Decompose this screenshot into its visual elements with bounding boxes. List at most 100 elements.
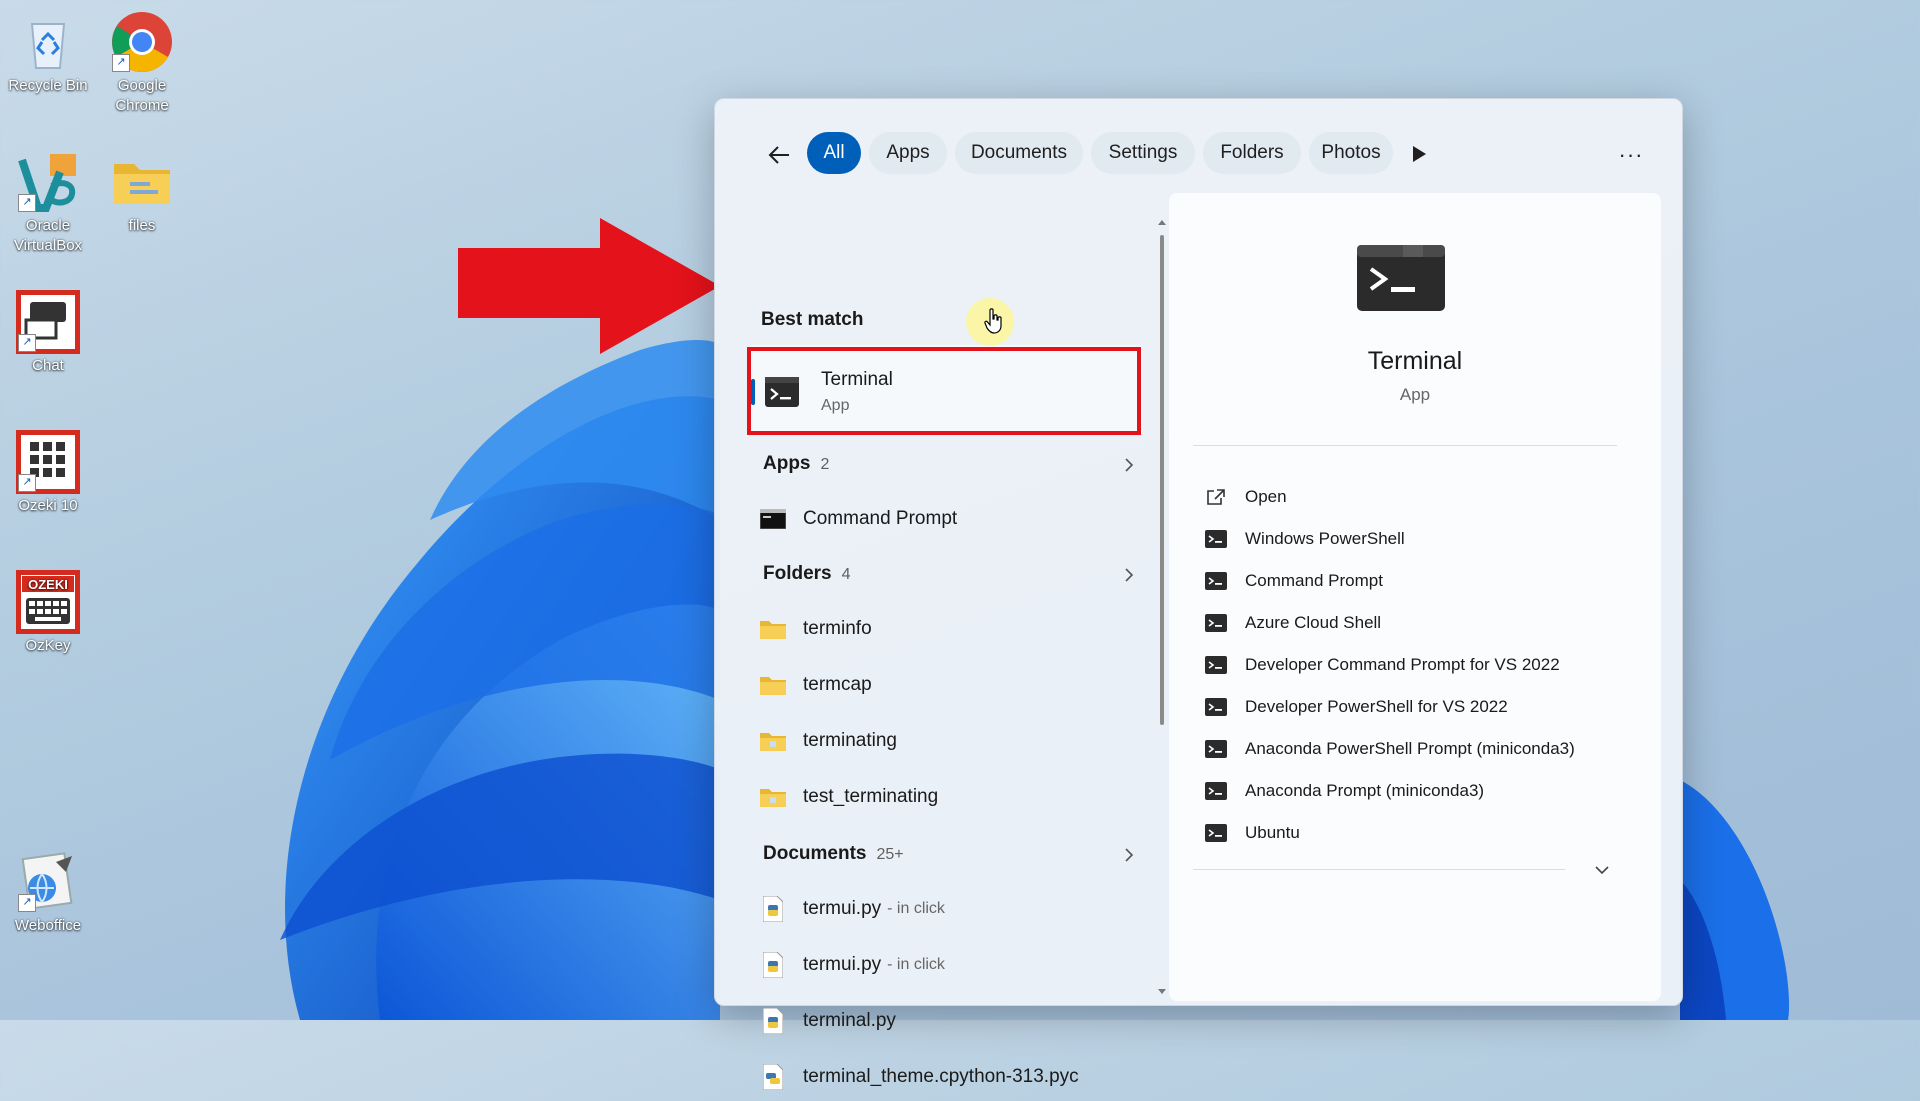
terminal-small-icon [1205,782,1227,800]
list-item-document[interactable]: terminal_theme.cpython-313.pyc [745,1053,1145,1101]
python-file-icon [759,951,787,979]
desktop-icon-chat[interactable]: ↗ Chat [0,284,96,376]
desktop-icon-weboffice[interactable]: ↗ Weboffice [0,844,96,936]
desktop-icon-label: Oracle VirtualBox [13,217,83,254]
python-file-icon [759,1007,787,1035]
action-label: Command Prompt [1245,571,1383,590]
action-label: Ubuntu [1245,823,1300,842]
more-filters-button[interactable] [1402,137,1436,171]
folder-icon [759,783,787,811]
preview-pane: Terminal App Open Windows PowerShell Com… [1169,193,1661,1001]
divider [1193,869,1565,870]
python-file-icon [759,895,787,923]
chevron-right-icon[interactable] [1121,567,1137,583]
action-anaconda-powershell-prompt[interactable]: Anaconda PowerShell Prompt (miniconda3) [1205,731,1575,767]
list-item-label: terminal.py [803,1010,896,1031]
annotation-highlight-box [747,347,1141,435]
desktop-icon-label: Weboffice [14,917,82,934]
shortcut-arrow-icon: ↗ [112,54,130,72]
list-item-document[interactable]: termui.py - in click [745,941,1145,989]
chevron-right-icon[interactable] [1121,847,1137,863]
action-open[interactable]: Open [1205,479,1287,515]
annotation-arrow-icon [458,218,720,354]
action-label: Open [1245,487,1287,506]
desktop-icon-label: Chat [32,357,64,374]
desktop-icon-files[interactable]: files [94,144,190,236]
list-item-folder[interactable]: terminating [745,717,1145,765]
terminal-small-icon [1205,530,1227,548]
list-item-command-prompt[interactable]: Command Prompt [745,495,1145,543]
action-label: Anaconda PowerShell Prompt (miniconda3) [1245,739,1575,758]
filter-all[interactable]: All [807,132,861,174]
chevron-right-icon[interactable] [1121,457,1137,473]
open-external-icon [1207,489,1225,505]
filter-apps[interactable]: Apps [869,132,947,174]
terminal-small-icon [1205,698,1227,716]
preview-title: Terminal [1367,347,1463,375]
action-developer-command-prompt[interactable]: Developer Command Prompt for VS 2022 [1205,647,1560,683]
results-scrollbar[interactable] [1157,217,1167,997]
list-item-location: - in click [887,956,945,973]
apps-section-heading[interactable]: Apps 2 [763,453,829,475]
desktop-icon-label: OzKey [25,637,71,654]
back-arrow-icon [768,146,789,164]
filter-documents[interactable]: Documents [955,132,1083,174]
recycle-bin-icon [16,10,80,74]
documents-section-heading[interactable]: Documents 25+ [763,843,904,865]
list-item-folder[interactable]: terminfo [745,605,1145,653]
play-icon [1413,146,1426,162]
folders-section-heading[interactable]: Folders 4 [763,563,851,585]
list-item-label: terminating [803,730,897,751]
list-item-folder[interactable]: test_terminating [745,773,1145,821]
divider [1193,445,1617,446]
desktop-icon-ozeki[interactable]: ↗ Ozeki 10 [0,424,96,516]
folder-icon [110,150,174,214]
shortcut-arrow-icon: ↗ [18,474,36,492]
scroll-down-icon[interactable] [1157,987,1167,997]
terminal-icon [1357,245,1445,311]
more-options-button[interactable]: ··· [1611,135,1651,175]
terminal-small-icon [1205,572,1227,590]
action-windows-powershell[interactable]: Windows PowerShell [1205,521,1405,557]
action-anaconda-prompt[interactable]: Anaconda Prompt (miniconda3) [1205,773,1484,809]
action-azure-cloud-shell[interactable]: Azure Cloud Shell [1205,605,1381,641]
desktop-icon-label: Ozeki 10 [18,497,78,514]
apps-count: 2 [820,456,830,473]
back-button[interactable] [759,135,799,175]
action-label: Azure Cloud Shell [1245,613,1382,632]
list-item-document[interactable]: terminal.py [745,997,1145,1045]
action-developer-powershell[interactable]: Developer PowerShell for VS 2022 [1205,689,1508,725]
folder-icon [759,615,787,643]
action-command-prompt[interactable]: Command Prompt [1205,563,1383,599]
desktop-icon-chrome[interactable]: ↗ Google Chrome [94,4,190,116]
folder-icon [759,671,787,699]
terminal-small-icon [1205,824,1227,842]
python-compiled-icon [759,1063,787,1091]
list-item-document[interactable]: termui.py - in click [745,885,1145,933]
folders-count: 4 [841,566,851,583]
action-label: Developer PowerShell for VS 2022 [1245,697,1508,716]
filter-photos[interactable]: Photos [1309,132,1393,174]
action-ubuntu[interactable]: Ubuntu [1205,815,1300,851]
list-item-label: terminfo [803,618,872,639]
filter-settings[interactable]: Settings [1091,132,1195,174]
best-match-heading: Best match [761,309,864,330]
desktop-icon-label: files [128,217,156,234]
desktop-icon-virtualbox[interactable]: ↗ Oracle VirtualBox [0,144,96,256]
action-label: Developer Command Prompt for VS 2022 [1245,655,1560,674]
chevron-down-icon[interactable] [1593,861,1611,879]
action-label: Anaconda Prompt (miniconda3) [1245,781,1485,800]
shortcut-arrow-icon: ↗ [18,894,36,912]
desktop-icon-recycle-bin[interactable]: Recycle Bin [0,4,96,96]
scroll-up-icon[interactable] [1157,217,1167,227]
filter-folders[interactable]: Folders [1203,132,1301,174]
cmd-icon [759,505,787,533]
documents-count: 25+ [876,846,904,863]
scrollbar-thumb[interactable] [1160,235,1164,725]
documents-heading-label: Documents [763,843,867,864]
desktop-icon-label: Google Chrome [115,77,169,114]
shortcut-arrow-icon: ↗ [18,194,36,212]
search-panel: All Apps Documents Settings Folders Phot… [714,98,1683,1090]
desktop-icon-ozkey[interactable]: OZEKI OzKey [0,564,96,656]
list-item-folder[interactable]: termcap [745,661,1145,709]
